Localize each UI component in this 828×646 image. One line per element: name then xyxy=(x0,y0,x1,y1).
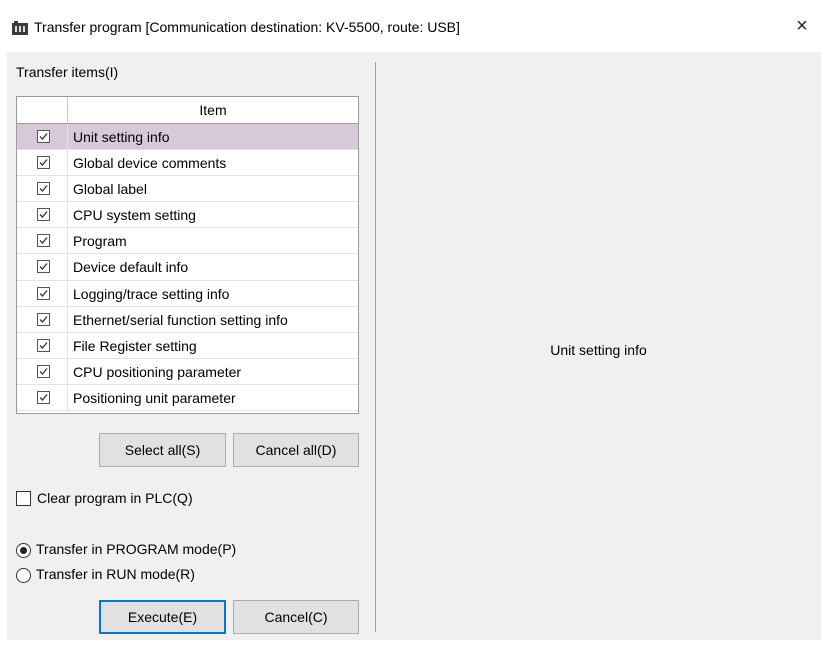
window-title: Transfer program [Communication destinat… xyxy=(34,19,460,35)
clear-program-label: Clear program in PLC(Q) xyxy=(37,490,193,506)
check-icon xyxy=(39,211,48,219)
radio-run-mode-label: Transfer in RUN mode(R) xyxy=(36,566,195,582)
transfer-items-grid[interactable]: Item Unit setting info Global device comm… xyxy=(16,96,359,414)
row-check-cell xyxy=(17,280,68,306)
radio-program-mode-circle[interactable] xyxy=(16,543,31,558)
check-icon xyxy=(39,367,48,375)
row-label: Program xyxy=(73,233,127,250)
detail-panel-text: Unit setting info xyxy=(550,342,647,358)
row-check-cell xyxy=(17,332,68,358)
check-icon xyxy=(39,394,48,401)
radio-program-mode-label: Transfer in PROGRAM mode(P) xyxy=(36,541,237,557)
row-label: CPU system setting xyxy=(73,207,196,224)
row-check-cell xyxy=(17,176,68,202)
table-row[interactable]: Logging/trace setting info xyxy=(17,280,358,307)
row-label: Device default info xyxy=(73,259,189,276)
check-icon xyxy=(39,289,48,297)
check-icon xyxy=(39,263,48,271)
check-icon xyxy=(39,341,48,349)
execute-button[interactable]: Execute(E) xyxy=(99,600,226,634)
row-checkbox[interactable] xyxy=(37,390,50,404)
check-icon xyxy=(39,185,48,193)
check-icon xyxy=(39,315,48,323)
clear-program-checkbox-box[interactable] xyxy=(16,491,31,506)
row-label: Unit setting info xyxy=(73,129,170,145)
row-check-cell xyxy=(17,384,68,411)
row-label: Global device comments xyxy=(73,155,227,172)
radio-selected-dot xyxy=(20,547,27,554)
row-checkbox[interactable] xyxy=(37,234,50,248)
check-icon xyxy=(39,159,48,167)
radio-run-mode-circle[interactable] xyxy=(16,568,31,583)
table-row[interactable]: Positioning unit parameter xyxy=(17,384,358,412)
row-checkbox[interactable] xyxy=(37,182,50,196)
grid-header-item: Item xyxy=(199,102,227,118)
table-row[interactable]: CPU system setting xyxy=(17,202,358,229)
close-icon: × xyxy=(796,15,808,37)
check-icon xyxy=(39,133,48,140)
row-checkbox[interactable] xyxy=(37,130,50,143)
table-row[interactable]: Global label xyxy=(17,176,358,203)
check-icon xyxy=(39,237,48,245)
cancel-all-button[interactable]: Cancel all(D) xyxy=(233,433,359,467)
row-checkbox[interactable] xyxy=(37,338,50,352)
row-label: Positioning unit parameter xyxy=(73,389,236,406)
grid-header-check-column xyxy=(17,97,68,123)
app-icon xyxy=(12,21,28,35)
row-checkbox[interactable] xyxy=(37,208,50,222)
row-checkbox[interactable] xyxy=(37,260,50,274)
transfer-items-label: Transfer items(I) xyxy=(16,64,119,80)
table-row[interactable]: Global device comments xyxy=(17,150,358,177)
row-label: Logging/trace setting info xyxy=(73,285,230,302)
title-bar: Transfer program [Communication destinat… xyxy=(0,0,828,52)
cancel-button[interactable]: Cancel(C) xyxy=(233,600,359,634)
table-row[interactable]: Ethernet/serial function setting info xyxy=(17,306,358,333)
table-row[interactable]: CPU positioning parameter xyxy=(17,358,358,385)
row-check-cell xyxy=(17,254,68,280)
select-all-button[interactable]: Select all(S) xyxy=(99,433,226,467)
row-label: Ethernet/serial function setting info xyxy=(73,311,288,328)
row-checkbox[interactable] xyxy=(37,286,50,300)
grid-header: Item xyxy=(17,97,358,124)
row-checkbox[interactable] xyxy=(37,364,50,378)
row-check-cell xyxy=(17,228,68,254)
row-label: CPU positioning parameter xyxy=(73,363,242,380)
table-row[interactable]: Unit setting info xyxy=(17,124,358,151)
table-row[interactable]: Program xyxy=(17,228,358,255)
table-row[interactable]: File Register setting xyxy=(17,332,358,359)
row-checkbox[interactable] xyxy=(37,156,50,170)
row-label: File Register setting xyxy=(73,337,197,354)
row-check-cell xyxy=(17,306,68,332)
close-button[interactable]: × xyxy=(790,14,814,38)
grid-rows: Unit setting info Global device comments G… xyxy=(17,124,358,412)
row-check-cell xyxy=(17,150,68,176)
row-label: Global label xyxy=(73,181,147,198)
row-check-cell xyxy=(17,124,68,150)
table-row[interactable]: Device default info xyxy=(17,254,358,281)
row-checkbox[interactable] xyxy=(37,312,50,326)
row-check-cell xyxy=(17,358,68,384)
row-check-cell xyxy=(17,202,68,228)
